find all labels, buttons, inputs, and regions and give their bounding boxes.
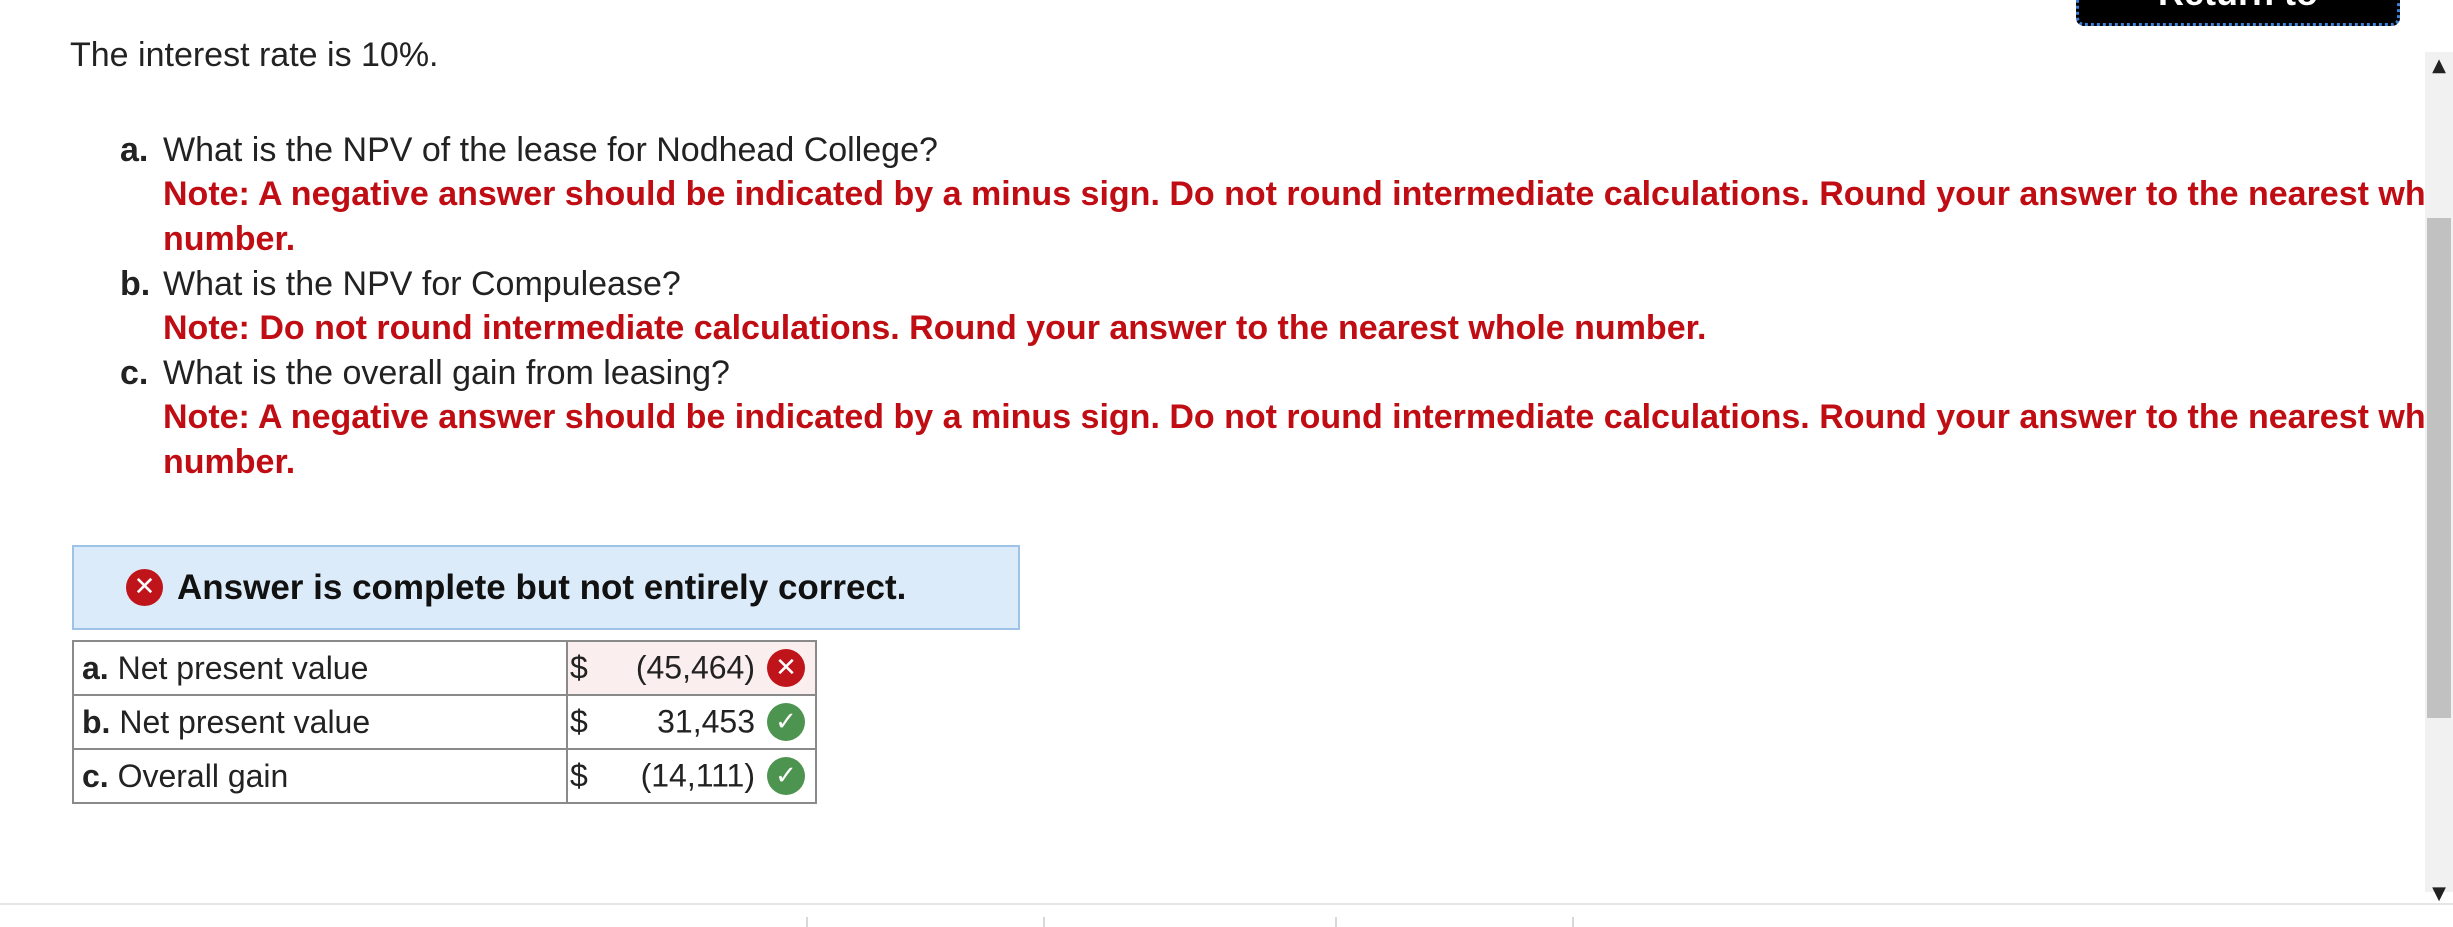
row-label: c. Overall gain — [72, 748, 568, 804]
row-label-text: Net present value — [117, 649, 369, 686]
correct-check-icon: ✓ — [767, 703, 805, 741]
answer-status-text: Answer is complete but not entirely corr… — [177, 567, 907, 607]
row-label-text: Net present value — [119, 703, 371, 740]
row-letter: a. — [82, 649, 109, 686]
question-note: Note: A negative answer should be indica… — [163, 398, 2453, 481]
row-label-text: Overall gain — [117, 757, 289, 794]
currency-symbol: $ — [570, 649, 588, 686]
answer-input-a[interactable]: $ (45,464) ✕ — [566, 640, 817, 696]
interest-rate-text: The interest rate is 10%. — [70, 36, 439, 74]
answer-status-banner: ✕ Answer is complete but not entirely co… — [72, 545, 1020, 630]
answer-value: (14,111) — [640, 757, 755, 794]
currency-symbol: $ — [570, 757, 588, 794]
question-note: Note: A negative answer should be indica… — [163, 175, 2453, 258]
scroll-up-arrow-icon[interactable]: ▲ — [2425, 52, 2453, 80]
currency-symbol: $ — [570, 703, 588, 740]
toolbar-divider — [1335, 917, 1337, 927]
answer-value: 31,453 — [657, 703, 755, 740]
correct-check-icon: ✓ — [767, 757, 805, 795]
answer-value: (45,464) — [635, 649, 755, 686]
scrollbar-thumb[interactable] — [2427, 218, 2451, 718]
table-row: a. Net present value $ (45,464) ✕ — [72, 640, 817, 696]
question-line: b. What is the NPV for Compulease? — [120, 262, 2400, 306]
toolbar-divider — [1043, 917, 1045, 927]
table-row: b. Net present value $ 31,453 ✓ — [72, 694, 817, 750]
toolbar-divider — [1572, 917, 1574, 927]
question-line: a. What is the NPV of the lease for Nodhe… — [120, 128, 2400, 172]
question-text: What is the overall gain from leasing? — [163, 354, 730, 392]
row-letter: c. — [82, 757, 109, 794]
question-text: What is the NPV of the lease for Nodhead… — [163, 131, 938, 169]
question-letter: c. — [120, 354, 149, 392]
bottom-toolbar — [0, 903, 2453, 927]
question-note: Note: Do not round intermediate calculat… — [163, 309, 1707, 347]
question-item-c: c. What is the overall gain from leasing?… — [120, 351, 2453, 485]
vertical-scrollbar[interactable]: ▲ ▼ — [2425, 52, 2453, 904]
question-letter: b. — [120, 265, 151, 303]
answer-input-c[interactable]: $ (14,111) ✓ — [566, 748, 817, 804]
question-item-a: a. What is the NPV of the lease for Nodhe… — [120, 128, 2453, 262]
question-letter: a. — [120, 131, 149, 169]
x-circle-icon: ✕ — [126, 569, 163, 606]
incorrect-x-icon: ✕ — [767, 649, 805, 687]
table-row: c. Overall gain $ (14,111) ✓ — [72, 748, 817, 804]
return-to-question-button[interactable]: Return to question — [2076, 0, 2400, 26]
row-letter: b. — [82, 703, 111, 740]
question-list: a. What is the NPV of the lease for Nodhe… — [120, 128, 2453, 485]
answer-table: a. Net present value $ (45,464) ✕ b. Net… — [72, 640, 817, 804]
question-item-b: b. What is the NPV for Compulease? Note: … — [120, 262, 2400, 351]
question-line: c. What is the overall gain from leasing? — [120, 351, 2400, 395]
row-label: b. Net present value — [72, 694, 568, 750]
answer-input-b[interactable]: $ 31,453 ✓ — [566, 694, 817, 750]
question-text: What is the NPV for Compulease? — [163, 265, 681, 303]
toolbar-divider — [806, 917, 808, 927]
row-label: a. Net present value — [72, 640, 568, 696]
page: Return to question The interest rate is … — [0, 0, 2453, 927]
